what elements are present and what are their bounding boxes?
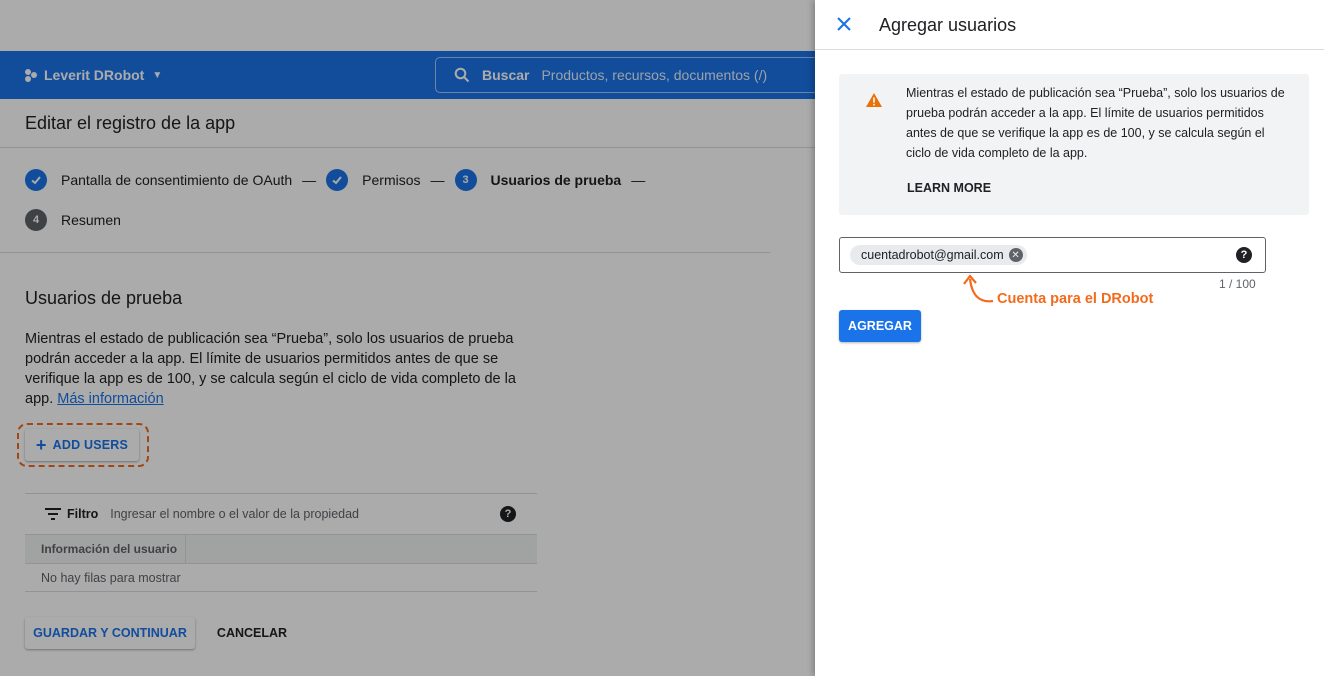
modal-scrim[interactable] — [0, 0, 815, 676]
learn-more-link[interactable]: LEARN MORE — [907, 181, 991, 195]
help-icon[interactable]: ? — [1236, 247, 1252, 263]
close-icon[interactable] — [834, 14, 854, 34]
remove-chip-icon[interactable]: ✕ — [1008, 248, 1023, 262]
email-chip[interactable]: cuentadrobot@gmail.com ✕ — [850, 245, 1027, 265]
character-counter: 1 / 100 — [1219, 277, 1256, 291]
warning-box: Mientras el estado de publicación sea “P… — [839, 74, 1309, 215]
panel-title: Agregar usuarios — [879, 15, 1017, 35]
email-field[interactable]: cuentadrobot@gmail.com ✕ ? — [839, 237, 1266, 273]
warning-icon — [866, 93, 882, 107]
panel-header: Agregar usuarios — [815, 0, 1324, 50]
add-submit-button[interactable]: AGREGAR — [839, 310, 921, 342]
warning-text: Mientras el estado de publicación sea “P… — [906, 86, 1285, 160]
chip-label: cuentadrobot@gmail.com — [861, 248, 1004, 262]
annotation-arrow-icon — [963, 274, 994, 303]
annotation-text: Cuenta para el DRobot — [997, 291, 1154, 307]
add-users-panel: Agregar usuarios Mientras el estado de p… — [815, 0, 1324, 676]
